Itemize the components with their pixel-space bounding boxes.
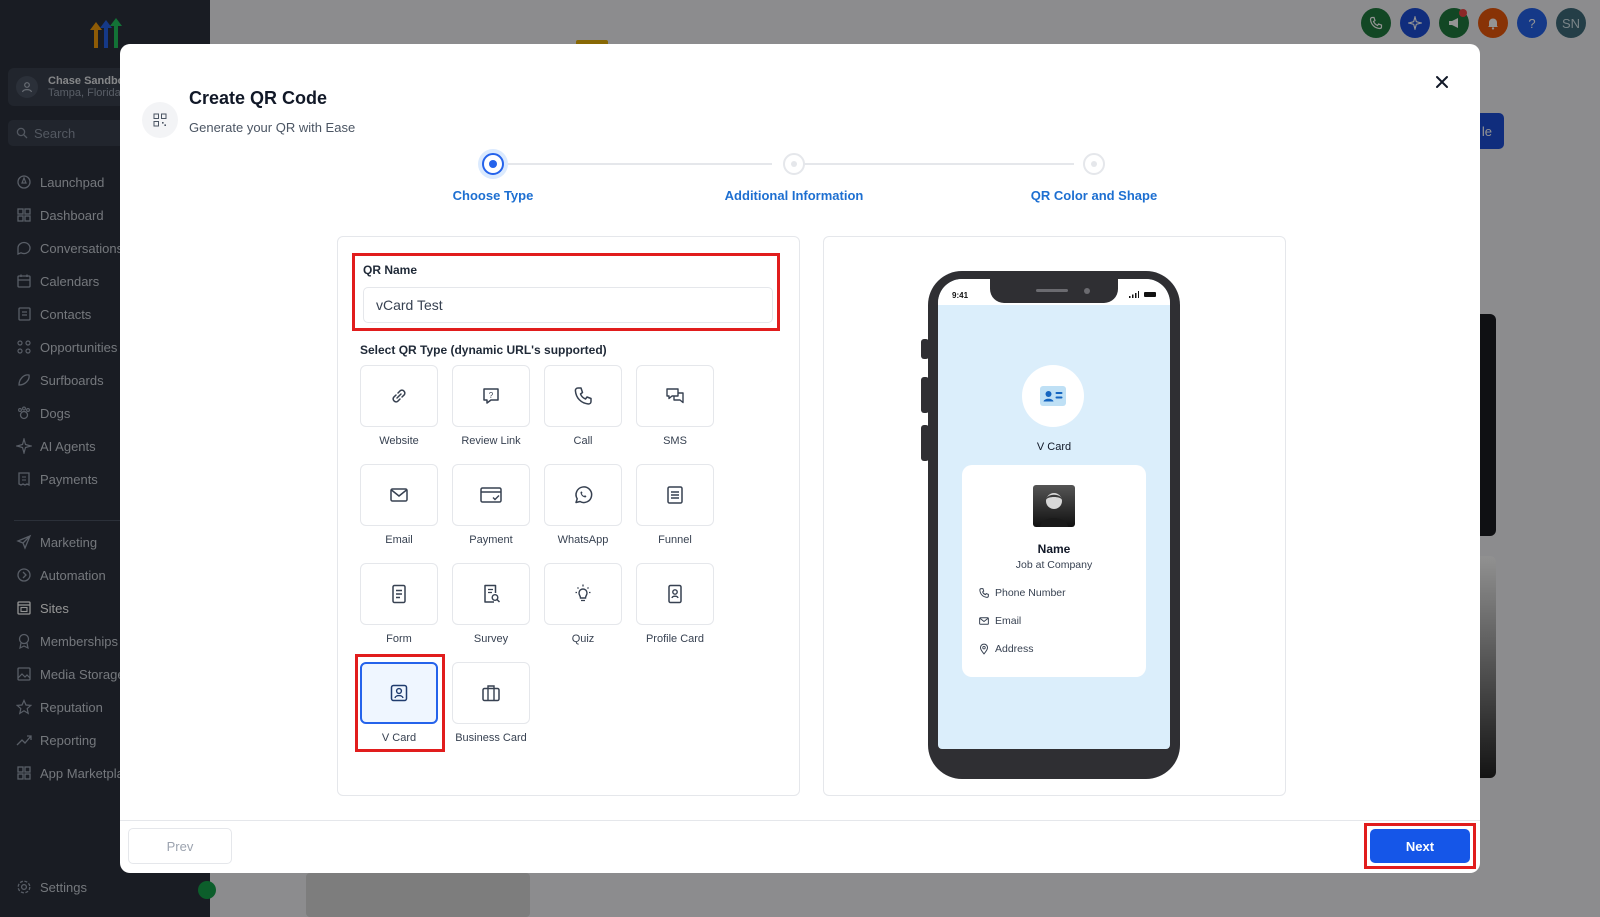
footer-divider [120,820,1480,821]
briefcase-icon [482,685,500,702]
profile-card-icon [668,584,682,604]
phone-icon [979,588,989,598]
qr-type-label: Select QR Type (dynamic URL's supported) [360,343,607,357]
profile-photo [1033,485,1075,527]
status-time: 9:41 [952,291,969,300]
preview-address-row: Address [978,643,1034,655]
qr-type-whatsapp[interactable]: WhatsApp [544,464,624,546]
funnel-icon [667,486,683,504]
modal-subtitle: Generate your QR with Ease [189,120,356,135]
qr-type-form[interactable]: Form [360,563,440,645]
preview-type-label: V Card [1036,441,1072,453]
qr-type-label-profile-card: Profile Card [645,633,705,645]
email-icon [390,488,408,502]
qr-type-label-business-card: Business Card [455,732,527,744]
preview-email: Email [995,615,1022,627]
step-2-indicator[interactable] [783,153,805,175]
link-icon [392,389,406,403]
svg-text:?: ? [489,391,494,400]
stepper-line [794,163,1074,165]
qr-code-icon [142,102,178,138]
qr-type-vcard[interactable]: V Card [360,662,440,744]
preview-name: Name [1037,542,1071,556]
step-3-indicator[interactable] [1083,153,1105,175]
sms-icon [666,388,684,404]
qr-type-label-form: Form [386,633,412,645]
qr-name-input[interactable] [363,287,773,323]
whatsapp-icon [575,486,593,504]
qr-type-label-quiz: Quiz [571,633,595,645]
phone-notch [990,279,1118,303]
step-label-additional-information[interactable]: Additional Information [694,188,894,203]
qr-type-call[interactable]: Call [544,365,624,447]
survey-icon [484,584,501,603]
qr-type-website[interactable]: Website [360,365,440,447]
qr-type-label-whatsapp: WhatsApp [557,534,609,546]
qr-type-survey[interactable]: Survey [452,563,532,645]
qr-type-label-website: Website [379,435,419,447]
battery-icon [1144,292,1156,297]
payment-icon [480,487,502,503]
preview-email-row: Email [978,615,1021,627]
qr-type-label-review-link: Review Link [461,435,521,447]
qr-type-email[interactable]: Email [360,464,440,546]
qr-type-label-call: Call [573,435,593,447]
phone-screen: 9:41 V Card Name Job at Company Phone Nu… [938,279,1170,749]
qr-type-label-funnel: Funnel [658,534,692,546]
vcard-preview-card: Name Job at Company Phone Number Email A… [962,465,1146,677]
preview-job: Job at Company [1015,559,1093,571]
qr-type-review-link[interactable]: ? Review Link [452,365,532,447]
review-icon: ? [483,388,499,404]
signal-icon [1129,291,1139,298]
phone-icon [574,387,592,405]
step-1-indicator[interactable] [482,153,504,175]
form-icon [392,584,406,604]
qr-type-label-payment: Payment [469,534,513,546]
qr-type-label-vcard: V Card [381,732,417,744]
qr-type-label-sms: SMS [663,435,687,447]
stepper-line [494,163,772,165]
create-qr-modal: Create QR Code Generate your QR with Eas… [120,44,1480,873]
qr-type-label-email: Email [385,534,413,546]
phone-mockup: 9:41 V Card Name Job at Company Phone Nu… [928,271,1180,779]
qr-name-label: QR Name [363,263,418,277]
next-button[interactable]: Next [1370,829,1470,863]
modal-title: Create QR Code [189,88,328,108]
qr-type-label-survey: Survey [473,633,509,645]
preview-phone: Phone Number [995,587,1066,599]
vcard-icon [390,684,408,702]
close-icon[interactable] [1432,72,1452,92]
step-label-choose-type[interactable]: Choose Type [393,188,593,203]
step-label-qr-color-and-shape[interactable]: QR Color and Shape [994,188,1194,203]
qr-type-panel: QR Name Select QR Type (dynamic URL's su… [337,236,800,796]
qr-name-highlight: QR Name [352,253,780,331]
qr-type-sms[interactable]: SMS [636,365,716,447]
prev-button[interactable]: Prev [128,828,232,864]
vcard-preview-icon [1022,365,1084,427]
qr-type-business-card[interactable]: Business Card [452,662,532,744]
location-pin-icon [979,643,989,655]
email-icon [979,617,989,625]
qr-type-payment[interactable]: Payment [452,464,532,546]
bulb-icon [575,584,591,602]
qr-preview-panel: 9:41 V Card Name Job at Company Phone Nu… [823,236,1286,796]
qr-type-quiz[interactable]: Quiz [544,563,624,645]
preview-address: Address [995,643,1034,655]
preview-phone-row: Phone Number [978,587,1066,599]
qr-type-profile-card[interactable]: Profile Card [636,563,716,645]
qr-type-funnel[interactable]: Funnel [636,464,716,546]
